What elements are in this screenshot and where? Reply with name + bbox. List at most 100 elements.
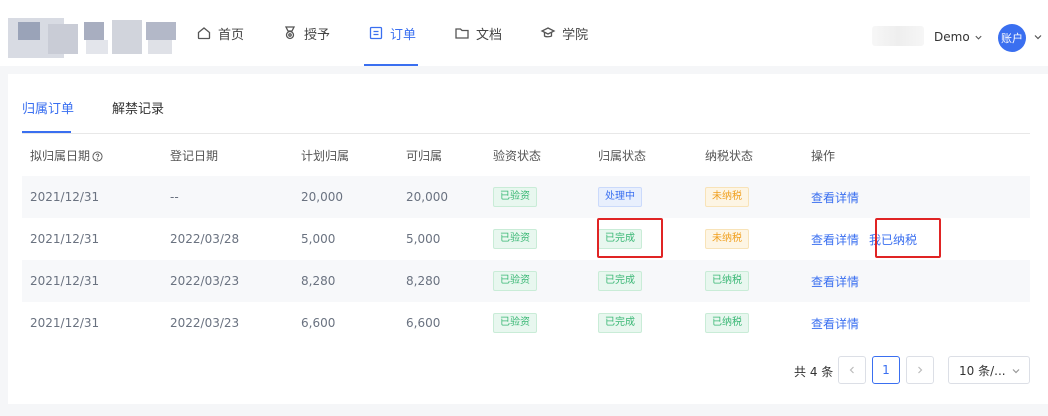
page-button[interactable]: 1 <box>872 356 900 384</box>
chevron-down-icon[interactable] <box>1033 32 1043 42</box>
col-header-vest-date: 拟归属日期 <box>22 134 170 176</box>
page-size-select[interactable]: 10 条/... <box>948 356 1030 384</box>
view-details-link[interactable]: 查看详情 <box>811 317 859 331</box>
env-switcher[interactable]: Demo <box>934 30 983 44</box>
cell-vest-status: 已完成 <box>598 260 705 302</box>
cell-capital: 已验资 <box>493 260 598 302</box>
tab-bar: 归属订单 解禁记录 <box>22 74 1030 134</box>
next-page-button[interactable] <box>906 356 934 384</box>
cell-planned: 8,280 <box>301 274 336 288</box>
status-badge: 已纳税 <box>705 313 749 333</box>
cell-reg-date: 2022/03/23 <box>170 316 240 330</box>
status-badge: 已完成 <box>598 229 642 249</box>
home-icon <box>197 27 211 40</box>
medal-icon <box>284 26 296 40</box>
cell-capital: 已验资 <box>493 176 598 218</box>
pagination: 共 4 条 1 10 条/... <box>8 356 1048 386</box>
nav-home[interactable]: 首页 <box>194 0 244 66</box>
cell-planned: 20,000 <box>301 190 343 204</box>
status-badge: 已纳税 <box>705 271 749 291</box>
table-row: 2021/12/31 -- 20,000 20,000 已验资 处理中 未纳税 查看详情 <box>22 176 1030 218</box>
chevron-left-icon <box>849 366 854 374</box>
table-row: 2021/12/31 2022/03/23 8,280 8,280 已验资 已完成 已纳税 查… <box>22 260 1030 302</box>
cell-vestable: 5,000 <box>406 232 441 246</box>
folder-icon <box>455 28 469 39</box>
cell-reg-date: 2022/03/23 <box>170 274 240 288</box>
col-header-actions: 操作 <box>811 148 836 163</box>
view-details-link[interactable]: 查看详情 <box>811 191 859 205</box>
status-badge: 已完成 <box>598 313 642 333</box>
top-navbar: 首页 授予 订单 文档 学院 Demo 账户 <box>0 0 1048 66</box>
nav-orders[interactable]: 订单 <box>364 0 419 66</box>
cell-capital: 已验资 <box>493 218 598 260</box>
status-badge: 未纳税 <box>705 187 749 207</box>
view-details-link[interactable]: 查看详情 <box>811 275 859 289</box>
cell-vest-date: 2021/12/31 <box>30 232 100 246</box>
cell-actions: 查看详情 <box>811 302 1030 344</box>
env-label: Demo <box>934 30 970 44</box>
cell-vest-date: 2021/12/31 <box>30 274 100 288</box>
avatar[interactable]: 账户 <box>998 24 1026 52</box>
cell-vest-status: 已完成 <box>598 218 705 260</box>
orders-card: 归属订单 解禁记录 拟归属日期 登记日期 计划归属 可归属 验资状态 归属状态 … <box>8 74 1048 404</box>
cell-vest-date: 2021/12/31 <box>30 316 100 330</box>
col-header-reg-date: 登记日期 <box>170 148 219 163</box>
cell-tax: 已纳税 <box>705 260 811 302</box>
main-nav: 首页 授予 订单 文档 学院 <box>194 0 624 66</box>
nav-docs-label: 文档 <box>476 27 503 43</box>
nav-grant[interactable]: 授予 <box>280 0 330 66</box>
table-row: 2021/12/31 2022/03/23 6,600 6,600 已验资 已完成 已纳税 查… <box>22 302 1030 344</box>
cell-actions: 查看详情 <box>811 260 1030 302</box>
cell-reg-date: 2022/03/28 <box>170 232 240 246</box>
blurred-company-name <box>872 26 924 46</box>
col-header-vestable: 可归属 <box>406 148 443 163</box>
tab-active-indicator <box>22 131 71 133</box>
col-header-tax: 纳税状态 <box>705 148 754 163</box>
mark-tax-paid-link[interactable]: 我已纳税 <box>869 233 917 247</box>
cell-vest-status: 处理中 <box>598 176 705 218</box>
cell-vestable: 20,000 <box>406 190 448 204</box>
page-size-value: 10 条/... <box>959 363 1006 378</box>
cell-tax: 未纳税 <box>705 176 811 218</box>
cell-tax: 已纳税 <box>705 302 811 344</box>
col-header-vest-status: 归属状态 <box>598 148 647 163</box>
chevron-right-icon <box>918 366 923 374</box>
cell-vest-date: 2021/12/31 <box>30 190 100 204</box>
nav-docs[interactable]: 文档 <box>452 0 502 66</box>
cell-vestable: 6,600 <box>406 316 441 330</box>
status-badge: 已验资 <box>493 313 537 333</box>
status-badge: 处理中 <box>598 187 642 207</box>
logo[interactable] <box>8 18 180 58</box>
cell-actions: 查看详情 <box>811 176 1030 218</box>
help-icon[interactable] <box>92 150 103 162</box>
prev-page-button[interactable] <box>838 356 866 384</box>
view-details-link[interactable]: 查看详情 <box>811 233 859 247</box>
order-icon <box>369 26 383 40</box>
cell-vestable: 8,280 <box>406 274 441 288</box>
col-header-capital: 验资状态 <box>493 148 542 163</box>
status-badge: 已验资 <box>493 229 537 249</box>
chevron-down-icon <box>975 35 982 40</box>
status-badge: 已验资 <box>493 271 537 291</box>
tab-vesting-orders[interactable]: 归属订单 <box>22 98 74 117</box>
nav-home-label: 首页 <box>218 27 245 43</box>
table-header-row: 拟归属日期 登记日期 计划归属 可归属 验资状态 归属状态 纳税状态 操作 <box>22 134 1030 176</box>
pagination-total: 共 4 条 <box>794 365 834 379</box>
cell-reg-date: -- <box>170 190 179 204</box>
nav-orders-label: 订单 <box>390 27 417 43</box>
orders-table: 拟归属日期 登记日期 计划归属 可归属 验资状态 归属状态 纳税状态 操作 20… <box>22 134 1030 344</box>
cell-planned: 6,600 <box>301 316 336 330</box>
graduation-icon <box>540 27 556 38</box>
chevron-down-icon <box>1012 369 1020 374</box>
status-badge: 已验资 <box>493 187 537 207</box>
table-row: 2021/12/31 2022/03/28 5,000 5,000 已验资 已完成 未纳税 查… <box>22 218 1030 260</box>
cell-planned: 5,000 <box>301 232 336 246</box>
cell-tax: 未纳税 <box>705 218 811 260</box>
cell-capital: 已验资 <box>493 302 598 344</box>
nav-academy[interactable]: 学院 <box>538 0 588 66</box>
nav-grant-label: 授予 <box>304 27 331 43</box>
tab-unlock-records[interactable]: 解禁记录 <box>112 98 164 117</box>
status-badge: 已完成 <box>598 271 642 291</box>
status-badge: 未纳税 <box>705 229 749 249</box>
cell-actions: 查看详情 我已纳税 <box>811 218 1030 260</box>
